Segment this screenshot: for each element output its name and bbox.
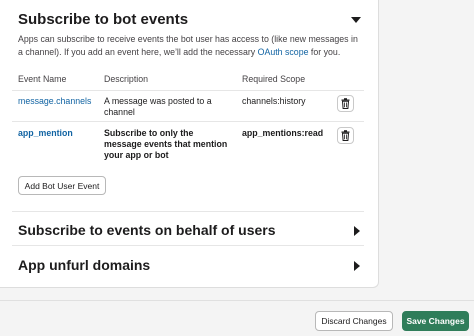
user-events-title[interactable]: Subscribe to events on behalf of users (18, 222, 276, 238)
expand-arrow-icon[interactable] (354, 261, 360, 271)
trash-icon (341, 130, 350, 141)
section-divider (12, 211, 364, 212)
trash-icon (341, 98, 350, 109)
collapse-arrow-icon[interactable] (351, 17, 361, 23)
table-divider (12, 121, 364, 122)
unfurl-domains-title[interactable]: App unfurl domains (18, 257, 150, 273)
event-scope: channels:history (242, 96, 306, 106)
section-divider (12, 245, 364, 246)
delete-event-button[interactable] (337, 127, 354, 144)
column-header-event-name: Event Name (18, 74, 67, 84)
event-scope: app_mentions:read (242, 128, 324, 138)
event-name-app-mention[interactable]: app_mention (18, 128, 73, 139)
table-divider (12, 90, 364, 91)
oauth-scope-link[interactable]: OAuth scope (258, 47, 309, 57)
footer-divider (0, 300, 474, 301)
expand-arrow-icon[interactable] (354, 226, 360, 236)
delete-event-button[interactable] (337, 95, 354, 112)
event-name-message-channels[interactable]: message.channels (18, 96, 91, 107)
column-header-required-scope: Required Scope (242, 74, 306, 84)
add-bot-user-event-button[interactable]: Add Bot User Event (18, 176, 106, 195)
event-description: A message was posted to a channel (104, 96, 212, 117)
save-changes-button[interactable]: Save Changes (402, 311, 469, 331)
bot-events-description: Apps can subscribe to receive events the… (18, 34, 358, 57)
bot-events-title: Subscribe to bot events (18, 11, 189, 28)
discard-changes-button[interactable]: Discard Changes (315, 311, 393, 331)
event-subscriptions-card: Subscribe to bot events Apps can subscri… (0, 0, 379, 288)
column-header-description: Description (104, 74, 149, 84)
event-description: Subscribe to only the message events tha… (104, 128, 228, 160)
